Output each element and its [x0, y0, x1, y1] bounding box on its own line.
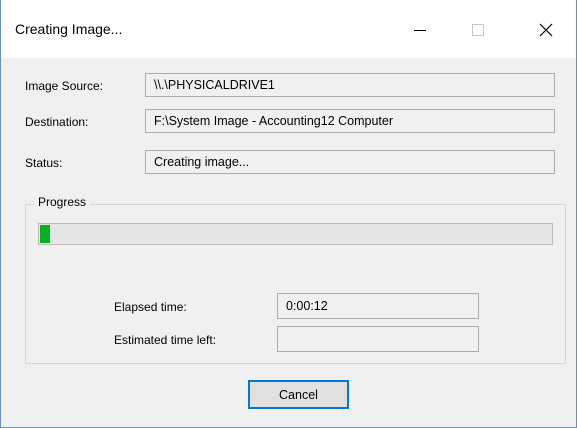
close-icon	[539, 23, 553, 37]
title-bar[interactable]: Creating Image...	[1, 0, 576, 58]
cancel-button[interactable]: Cancel	[248, 380, 349, 409]
status-field[interactable]: Creating image...	[145, 150, 555, 174]
destination-label: Destination:	[25, 115, 89, 129]
progress-bar	[38, 223, 553, 245]
progress-bar-fill	[40, 225, 50, 243]
estimated-time-left-label: Estimated time left:	[114, 333, 217, 347]
minimize-button[interactable]	[398, 8, 442, 52]
elapsed-time-label: Elapsed time:	[114, 300, 187, 314]
status-label: Status:	[25, 156, 63, 170]
maximize-icon	[472, 24, 484, 36]
estimated-time-left-field[interactable]	[277, 326, 479, 352]
maximize-button[interactable]	[456, 8, 500, 52]
window-title: Creating Image...	[15, 21, 123, 37]
image-source-field[interactable]: \\.\PHYSICALDRIVE1	[145, 73, 555, 97]
progress-group-title: Progress	[34, 195, 91, 209]
elapsed-time-field[interactable]: 0:00:12	[277, 293, 479, 319]
minimize-icon	[414, 30, 426, 31]
destination-field[interactable]: F:\System Image - Accounting12 Computer	[145, 109, 555, 133]
close-button[interactable]	[524, 8, 568, 52]
dialog-window: Creating Image... Image Source: \\.\PHYS…	[0, 0, 577, 428]
image-source-label: Image Source:	[25, 79, 104, 93]
